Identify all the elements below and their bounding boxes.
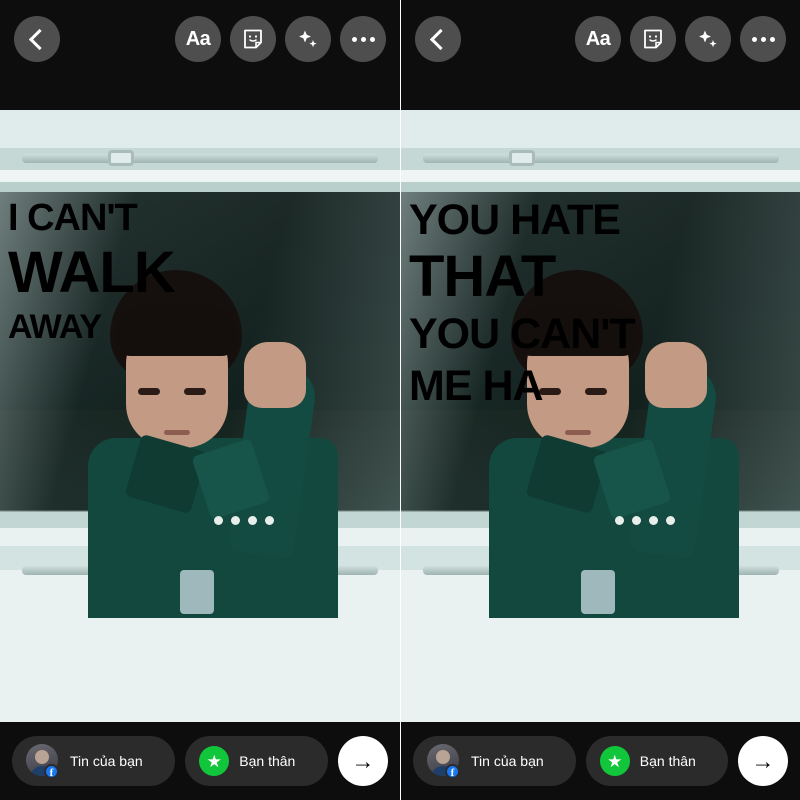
story-text-line-2: WALK (8, 240, 176, 305)
story-text-line-4: ME HA (409, 362, 544, 410)
toolbar-actions: Aa (575, 16, 786, 62)
close-friends-star-icon: ★ (199, 746, 230, 776)
window-latch (509, 150, 535, 166)
story-panel-left: Aa I CAN'T WALK AWAY f Tin của bạn ★ Bạn… (0, 0, 400, 800)
window-latch (108, 150, 134, 166)
story-text-line-3: YOU CAN'T (409, 310, 636, 358)
sparkles-icon (299, 30, 317, 48)
close-friends-button[interactable]: ★ Bạn thân (185, 736, 329, 786)
toolbar-actions: Aa (175, 16, 386, 62)
more-horizontal-icon (751, 36, 775, 42)
more-options-button[interactable] (340, 16, 386, 62)
fist (244, 342, 306, 408)
effects-button[interactable] (685, 16, 731, 62)
story-editor-comparison: Aa I CAN'T WALK AWAY f Tin của bạn ★ Bạn… (0, 0, 800, 800)
story-text-line-2: THAT (409, 244, 556, 309)
sticker-smiley-icon (644, 29, 662, 49)
story-text-line-1: I CAN'T (8, 197, 138, 239)
mouth (164, 430, 190, 435)
send-button[interactable]: → (338, 736, 389, 786)
story-text-overlay-right[interactable]: YOU HATE THAT YOU CAN'T ME HA (401, 194, 800, 412)
story-toolbar-left: Aa (0, 0, 400, 78)
shirt-buttons (615, 516, 675, 525)
mouth (565, 430, 591, 435)
story-text-line-1: YOU HATE (409, 196, 621, 244)
arrow-right-icon: → (351, 747, 375, 774)
facebook-badge-icon: f (445, 764, 460, 779)
close-friends-label: Bạn thân (239, 753, 296, 769)
story-share-bar-left: f Tin của bạn ★ Bạn thân → (0, 722, 400, 800)
more-horizontal-icon (351, 36, 375, 42)
window-handle (581, 570, 615, 614)
shirt-buttons (214, 516, 274, 525)
avatar-wrap: f (427, 744, 461, 779)
story-canvas-right[interactable]: YOU HATE THAT YOU CAN'T ME HA (401, 110, 800, 722)
window-handle (180, 570, 214, 614)
effects-button[interactable] (285, 16, 331, 62)
window-rail-top (423, 154, 779, 163)
facebook-badge-icon: f (44, 764, 59, 779)
text-tool-label: Aa (585, 28, 611, 50)
story-canvas-left[interactable]: I CAN'T WALK AWAY (0, 110, 400, 722)
send-button[interactable]: → (738, 736, 789, 786)
text-tool-button[interactable]: Aa (175, 16, 221, 62)
your-story-label: Tin của bạn (471, 753, 544, 769)
story-panel-right: Aa YOU HATE THAT YOU CAN'T ME HA f Tin c… (400, 0, 800, 800)
story-share-bar-right: f Tin của bạn ★ Bạn thân → (401, 722, 800, 800)
avatar-wrap: f (26, 744, 60, 779)
close-friends-label: Bạn thân (639, 753, 696, 769)
sticker-button[interactable] (230, 16, 276, 62)
chevron-left-icon (28, 28, 51, 50)
back-button[interactable] (415, 16, 461, 62)
text-tool-label: Aa (185, 28, 211, 50)
close-friends-button[interactable]: ★ Bạn thân (585, 736, 729, 786)
more-options-button[interactable] (740, 16, 786, 62)
sticker-smiley-icon (244, 29, 262, 49)
back-button[interactable] (14, 16, 60, 62)
sticker-button[interactable] (630, 16, 676, 62)
text-tool-button[interactable]: Aa (575, 16, 621, 62)
eye-left (138, 388, 160, 395)
your-story-button[interactable]: f Tin của bạn (413, 736, 576, 786)
arrow-right-icon: → (751, 747, 775, 774)
story-toolbar-right: Aa (401, 0, 800, 78)
story-text-line-3: AWAY (8, 308, 102, 346)
your-story-button[interactable]: f Tin của bạn (12, 736, 176, 786)
close-friends-star-icon: ★ (599, 746, 630, 776)
your-story-label: Tin của bạn (70, 753, 143, 769)
story-text-overlay-left[interactable]: I CAN'T WALK AWAY (0, 194, 400, 350)
sparkles-icon (699, 30, 717, 48)
chevron-left-icon (429, 28, 452, 50)
window-rail-top (22, 154, 378, 163)
eye-right (184, 388, 206, 395)
